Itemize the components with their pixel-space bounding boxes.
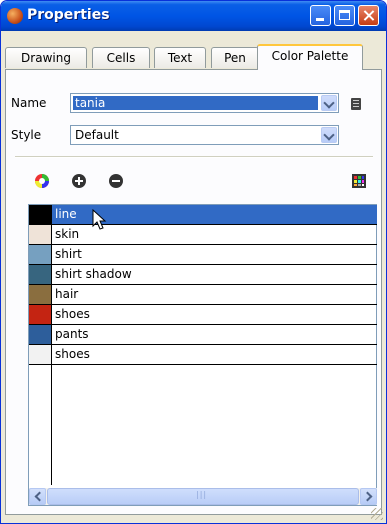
add-icon[interactable]: [71, 173, 87, 189]
color-swatch[interactable]: [29, 245, 52, 264]
minimize-button[interactable]: [310, 5, 331, 26]
palette-row-label: hair: [55, 287, 79, 301]
palette-row-label: shirt: [55, 247, 82, 261]
window-title: Properties: [27, 7, 110, 23]
properties-window: Properties Drawing Cells Text Pen Color …: [0, 0, 387, 524]
palette-row[interactable]: shirt shadow: [29, 265, 377, 285]
separator: [15, 156, 373, 158]
name-dropdown-value: tania: [73, 96, 318, 110]
tab-drawing[interactable]: Drawing: [5, 47, 87, 68]
color-swatch[interactable]: [29, 345, 52, 364]
app-icon: [7, 8, 23, 24]
palette-row-label: pants: [55, 327, 89, 341]
palette-row[interactable]: shirt: [29, 245, 377, 265]
style-dropdown-value: Default: [75, 128, 119, 142]
color-palette-panel: Name tania Style Default line skin shirt…: [5, 69, 382, 515]
chevron-down-icon[interactable]: [321, 127, 337, 143]
palette-file-icon[interactable]: [348, 96, 364, 112]
palette-row-label: line: [55, 207, 77, 221]
color-swatch[interactable]: [29, 205, 52, 224]
tab-cells[interactable]: Cells: [92, 47, 150, 68]
color-swatch[interactable]: [29, 265, 52, 284]
palette-row[interactable]: line: [29, 205, 377, 225]
color-wheel-icon[interactable]: [34, 173, 50, 189]
palette-row[interactable]: hair: [29, 285, 377, 305]
palette-row-label: shirt shadow: [55, 267, 132, 281]
remove-icon[interactable]: [108, 173, 124, 189]
style-dropdown[interactable]: Default: [70, 125, 339, 145]
tab-color-palette[interactable]: Color Palette: [257, 44, 363, 70]
palette-row[interactable]: shoes: [29, 305, 377, 325]
palette-row-label: shoes: [55, 307, 90, 321]
maximize-button[interactable]: [334, 5, 355, 26]
tab-bar: Drawing Cells Text Pen Color Palette: [5, 44, 382, 70]
chevron-down-icon[interactable]: [321, 95, 337, 111]
style-label: Style: [11, 128, 42, 142]
palette-row-label: skin: [55, 227, 80, 241]
title-bar[interactable]: Properties: [1, 1, 386, 31]
name-dropdown[interactable]: tania: [70, 93, 339, 113]
color-swatch[interactable]: [29, 285, 52, 304]
color-swatch[interactable]: [29, 305, 52, 324]
mouse-cursor-icon: [92, 209, 107, 230]
scroll-left-button[interactable]: [29, 488, 46, 505]
palette-row[interactable]: shoes: [29, 345, 377, 365]
horizontal-scrollbar[interactable]: [29, 488, 377, 505]
resize-grip[interactable]: [371, 508, 383, 520]
color-swatch[interactable]: [29, 325, 52, 344]
color-swatch[interactable]: [29, 225, 52, 244]
scroll-right-button[interactable]: [360, 488, 377, 505]
palette-grid-icon[interactable]: [351, 173, 367, 189]
scrollbar-thumb[interactable]: [47, 488, 359, 505]
palette-row[interactable]: skin: [29, 225, 377, 245]
tab-text[interactable]: Text: [154, 47, 206, 68]
color-palette-list[interactable]: line skin shirt shirt shadow hair shoes pants s…: [28, 204, 377, 506]
palette-row-label: shoes: [55, 347, 90, 361]
palette-row[interactable]: pants: [29, 325, 377, 345]
tab-pen[interactable]: Pen: [211, 47, 259, 68]
close-button[interactable]: [358, 5, 379, 26]
name-label: Name: [11, 96, 47, 110]
